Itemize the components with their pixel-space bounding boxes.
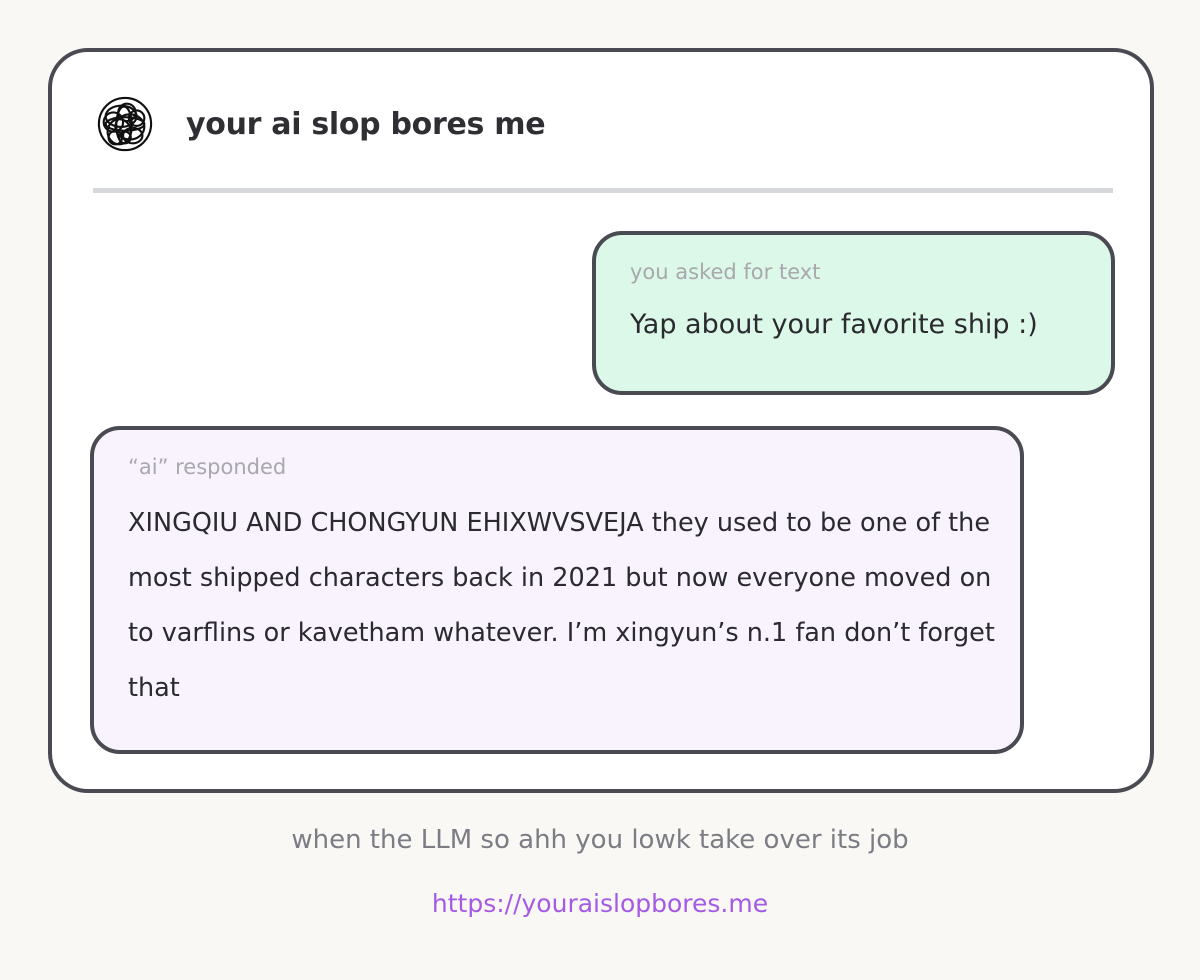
user-message-bubble: you asked for text Yap about your favori…	[592, 231, 1115, 395]
page-title: your ai slop bores me	[186, 106, 546, 142]
caption: when the LLM so ahh you lowk take over i…	[291, 825, 909, 855]
ai-message-bubble: “ai” responded XINGQIU AND CHONGYUN EHIX…	[90, 426, 1024, 754]
scribble-ball-icon	[97, 96, 153, 152]
site-link[interactable]: https://youraislopbores.me	[0, 884, 1200, 924]
divider	[93, 188, 1113, 193]
ai-message-text: XINGQIU AND CHONGYUN EHIXWVSVEJA they us…	[128, 508, 995, 703]
chat-card: your ai slop bores me you asked for text…	[48, 48, 1154, 793]
user-message-label: you asked for text	[630, 260, 821, 284]
user-message-text: Yap about your favorite ship :)	[630, 309, 1038, 340]
header: your ai slop bores me	[96, 92, 546, 156]
ai-message-label: “ai” responded	[128, 455, 287, 479]
